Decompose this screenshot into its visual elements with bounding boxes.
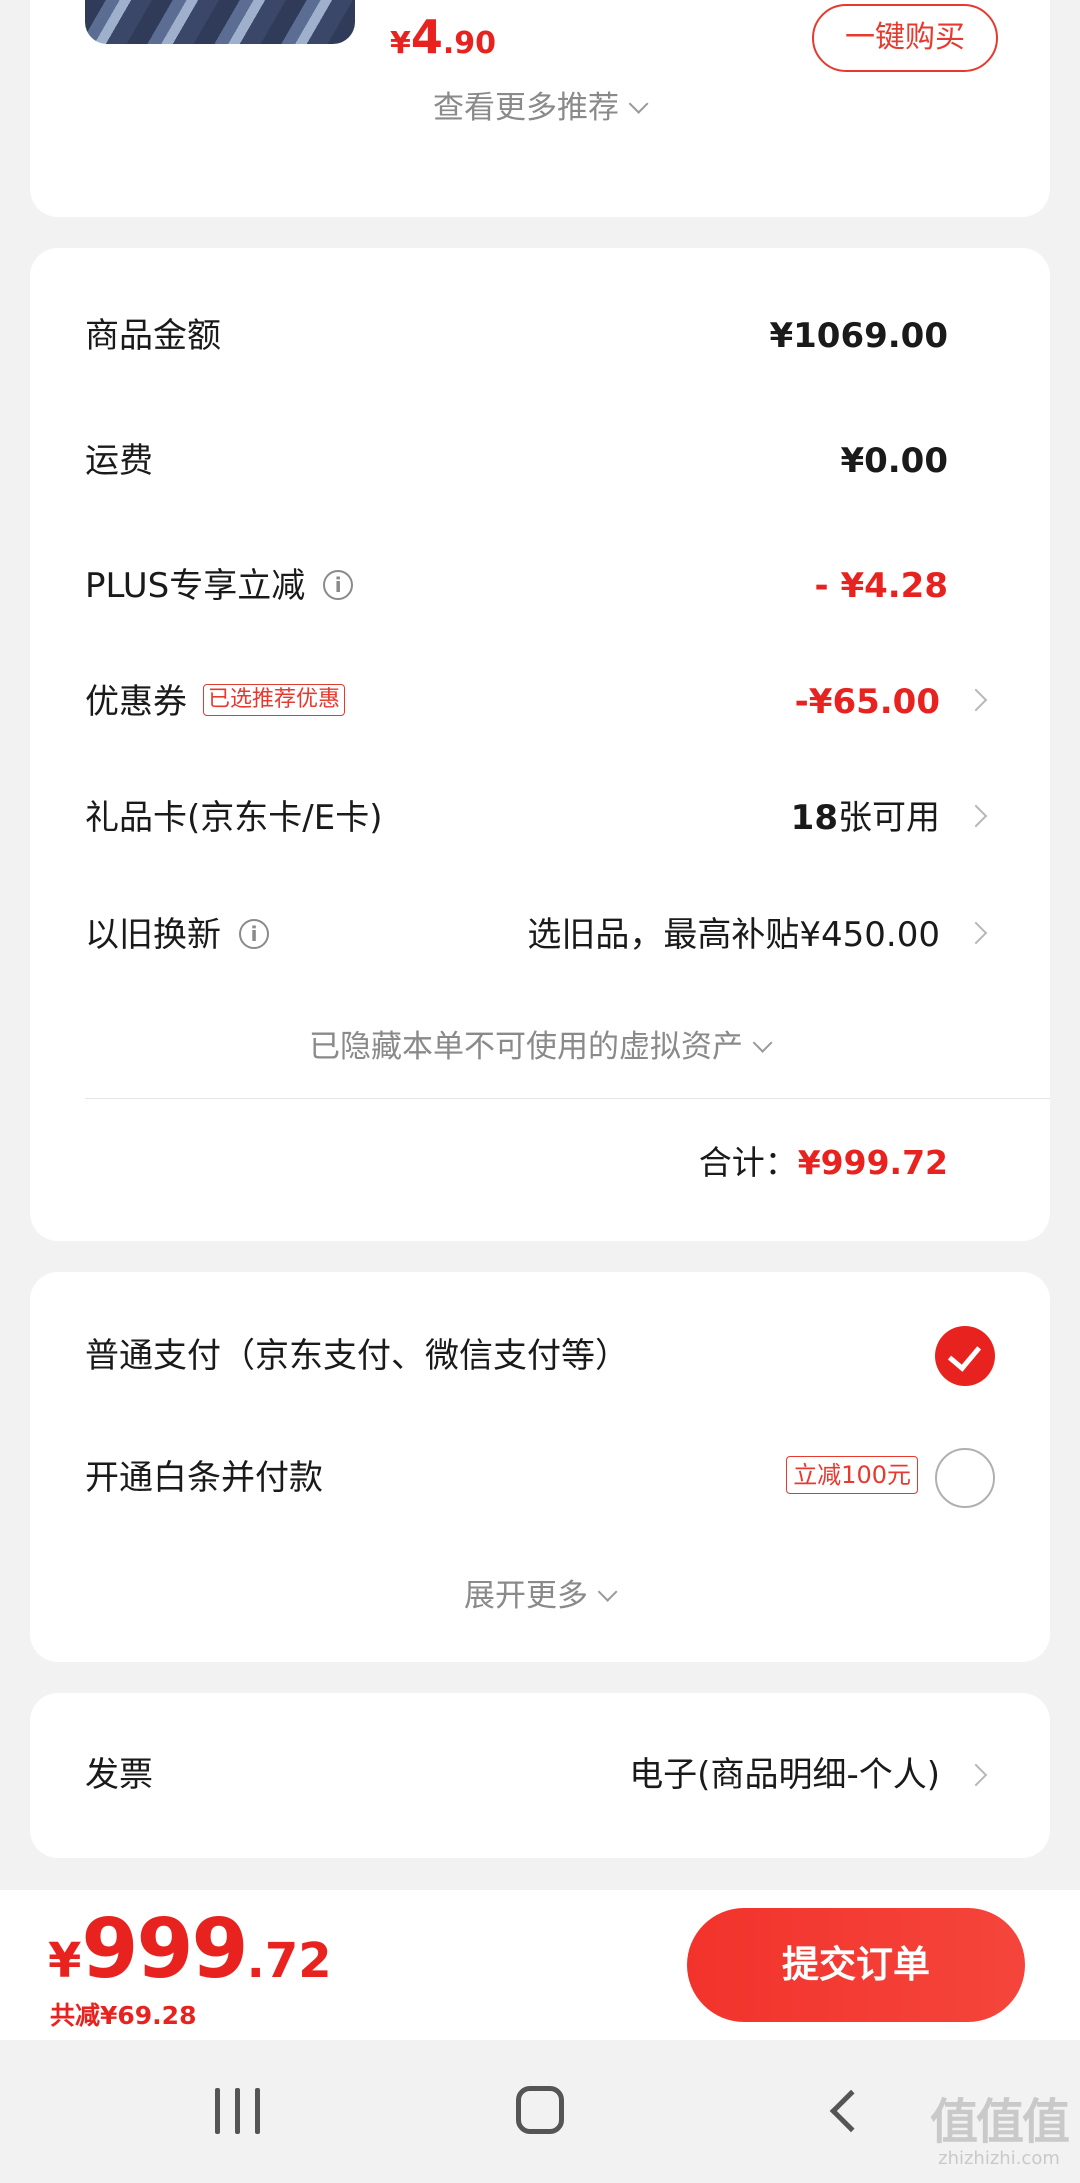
chevron-right-icon bbox=[964, 1763, 988, 1787]
radio-unchecked-icon[interactable] bbox=[935, 1448, 995, 1508]
final-price: ¥999.72 bbox=[48, 1902, 332, 1997]
info-icon[interactable]: i bbox=[239, 918, 269, 949]
invoice-card[interactable]: 发票 电子(商品明细-个人) bbox=[30, 1693, 1050, 1858]
goods-amount-row: 商品金额 ¥1069.00 bbox=[85, 306, 1050, 366]
gift-card-value: 18张可用 bbox=[790, 798, 940, 838]
recommended-coupon-tag: 已选推荐优惠 bbox=[203, 683, 346, 716]
plus-discount-label: PLUS专享立减 bbox=[85, 566, 306, 606]
goods-amount-label: 商品金额 bbox=[85, 316, 221, 356]
order-total: 合计：¥999.72 bbox=[699, 1136, 948, 1184]
hidden-assets-toggle[interactable]: 已隐藏本单不可使用的虚拟资产 bbox=[30, 1021, 1050, 1066]
view-more-recommendations-link[interactable]: 查看更多推荐 bbox=[30, 82, 1050, 127]
chevron-down-icon bbox=[597, 1582, 618, 1602]
recommendation-price: ¥4.90 bbox=[390, 10, 497, 64]
checkout-bar: ¥999.72 共减¥69.28 提交订单 bbox=[0, 1890, 1080, 2040]
chevron-right-icon bbox=[964, 804, 988, 828]
invoice-value: 电子(商品明细-个人) bbox=[629, 1755, 940, 1795]
expand-more-payment-link[interactable]: 展开更多 bbox=[30, 1570, 1050, 1615]
shipping-row: 运费 ¥0.00 bbox=[85, 431, 1050, 491]
plus-discount-row: PLUS专享立减 i - ¥4.28 bbox=[85, 556, 1050, 616]
shipping-value: ¥0.00 bbox=[840, 441, 948, 481]
chevron-down-icon bbox=[628, 94, 649, 114]
system-navigation-bar bbox=[0, 2040, 1080, 2183]
recent-apps-icon[interactable] bbox=[215, 2088, 261, 2134]
coupon-value: -¥65.00 bbox=[794, 682, 940, 722]
home-icon[interactable] bbox=[516, 2086, 564, 2134]
coupon-label: 优惠券 bbox=[85, 682, 187, 722]
coupon-row[interactable]: 优惠券 已选推荐优惠 -¥65.00 bbox=[85, 672, 1050, 732]
payment-option-normal[interactable]: 普通支付（京东支付、微信支付等） bbox=[85, 1326, 629, 1386]
plus-discount-value: - ¥4.28 bbox=[814, 566, 949, 606]
product-thumbnail[interactable] bbox=[85, 0, 355, 44]
price-detail-card: 商品金额 ¥1069.00 运费 ¥0.00 PLUS专享立减 i - ¥4.28… bbox=[30, 248, 1050, 1241]
invoice-label: 发票 bbox=[85, 1755, 153, 1795]
total-savings: 共减¥69.28 bbox=[50, 2001, 197, 2030]
total-label: 合计： bbox=[698, 1143, 798, 1182]
chevron-down-icon bbox=[752, 1033, 773, 1053]
check-icon[interactable] bbox=[935, 1326, 995, 1386]
submit-order-button[interactable]: 提交订单 bbox=[687, 1908, 1025, 2022]
payment-method-card: 普通支付（京东支付、微信支付等） 开通白条并付款 立减100元 展开更多 bbox=[30, 1272, 1050, 1662]
one-click-buy-button[interactable]: 一键购买 bbox=[812, 4, 998, 72]
trade-in-label: 以旧换新 bbox=[85, 915, 221, 955]
gift-card-label: 礼品卡(京东卡/E卡) bbox=[85, 798, 383, 838]
chevron-right-icon bbox=[964, 921, 988, 945]
recommendation-card: ¥4.90 一键购买 查看更多推荐 bbox=[30, 0, 1050, 217]
back-icon[interactable] bbox=[829, 2089, 873, 2133]
goods-amount-value: ¥1069.00 bbox=[769, 316, 948, 356]
baitiao-discount-tag: 立减100元 bbox=[786, 1456, 918, 1494]
chevron-right-icon bbox=[964, 688, 988, 712]
shipping-label: 运费 bbox=[85, 441, 153, 481]
trade-in-row[interactable]: 以旧换新 i 选旧品，最高补贴¥450.00 bbox=[85, 905, 1050, 965]
total-value: ¥999.72 bbox=[797, 1143, 948, 1182]
info-icon[interactable]: i bbox=[323, 569, 354, 600]
gift-card-row[interactable]: 礼品卡(京东卡/E卡) 18张可用 bbox=[85, 788, 1050, 848]
trade-in-value: 选旧品，最高补贴¥450.00 bbox=[527, 915, 940, 955]
payment-option-baitiao[interactable]: 开通白条并付款 bbox=[85, 1448, 323, 1508]
divider bbox=[85, 1098, 1050, 1099]
watermark: 值值值 zhizhizhi.com bbox=[930, 2094, 1070, 2169]
